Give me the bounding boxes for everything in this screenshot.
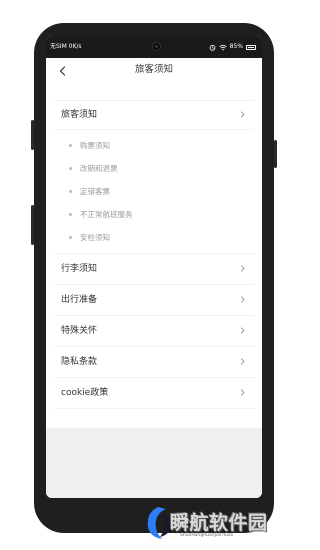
bullet-icon xyxy=(69,167,72,170)
notice-subitem-label: 购票须知 xyxy=(80,141,110,150)
menu-item-travel-prep[interactable]: 出行准备 xyxy=(54,284,254,315)
battery-icon xyxy=(246,44,256,50)
chevron-right-icon xyxy=(240,265,245,272)
battery-percent: 85% xyxy=(229,43,243,50)
wifi-icon xyxy=(219,44,227,50)
chevron-right-icon xyxy=(240,296,245,303)
notice-subitem[interactable]: 定错客票 xyxy=(54,180,254,203)
menu-item-label: 行李须知 xyxy=(61,264,98,274)
menu-item-label: cookie政策 xyxy=(61,388,109,398)
watermark: 瞬航软件园 ShunHangRuanJianYuan xyxy=(140,505,280,545)
notice-subitem-label: 安检须知 xyxy=(80,233,110,242)
chevron-right-icon xyxy=(240,358,245,365)
nav-bar: 旅客须知 xyxy=(46,58,262,88)
menu-item-label: 隐私条款 xyxy=(61,357,98,367)
menu-item-cookie[interactable]: cookie政策 xyxy=(54,377,254,409)
notice-subitem[interactable]: 不正常航班服务 xyxy=(54,203,254,226)
front-camera xyxy=(152,42,161,51)
phone-screen: 无SIM 0K/s 85% 旅客须知 旅客须知 购票须知 改期和退票 定错客票 … xyxy=(46,36,262,498)
page-title: 旅客须知 xyxy=(134,64,173,75)
notice-subitem-label: 不正常航班服务 xyxy=(80,210,133,219)
notice-subitem[interactable]: 购票须知 xyxy=(54,134,254,157)
menu-item-luggage[interactable]: 行李须知 xyxy=(54,253,254,284)
menu-item-label: 特殊关怀 xyxy=(61,326,98,336)
side-button xyxy=(274,140,277,168)
alarm-icon xyxy=(209,44,216,51)
notice-list: 旅客须知 购票须知 改期和退票 定错客票 不正常航班服务 安检须知 行李须知 出… xyxy=(46,88,262,409)
notice-subitem[interactable]: 改期和退票 xyxy=(54,157,254,180)
bullet-icon xyxy=(69,213,72,216)
notice-subitem[interactable]: 安检须知 xyxy=(54,226,254,249)
bullet-icon xyxy=(69,144,72,147)
notice-group: 旅客须知 购票须知 改期和退票 定错客票 不正常航班服务 安检须知 行李须知 出… xyxy=(54,100,254,409)
power-button xyxy=(31,205,34,245)
status-bar: 无SIM 0K/s 85% xyxy=(46,36,262,58)
footer-blank-area xyxy=(46,428,262,498)
watermark-subtitle: ShunHangRuanJianYuan xyxy=(180,533,234,538)
watermark-title: 瞬航软件园 xyxy=(170,512,268,534)
bullet-icon xyxy=(69,190,72,193)
menu-item-label: 出行准备 xyxy=(61,295,98,305)
chevron-right-icon xyxy=(240,327,245,334)
chevron-right-icon xyxy=(240,389,245,396)
notice-subitem-label: 定错客票 xyxy=(80,187,110,196)
status-icons: 85% xyxy=(209,36,256,58)
carrier-status: 无SIM 0K/s xyxy=(50,43,82,50)
menu-item-special-care[interactable]: 特殊关怀 xyxy=(54,315,254,346)
menu-item-privacy[interactable]: 隐私条款 xyxy=(54,346,254,377)
bullet-icon xyxy=(69,236,72,239)
chevron-right-icon xyxy=(240,111,245,118)
volume-button xyxy=(31,120,34,150)
notice-group-header[interactable]: 旅客须知 xyxy=(54,100,254,130)
notice-subitem-label: 改期和退票 xyxy=(80,164,118,173)
notice-group-title: 旅客须知 xyxy=(61,110,98,120)
